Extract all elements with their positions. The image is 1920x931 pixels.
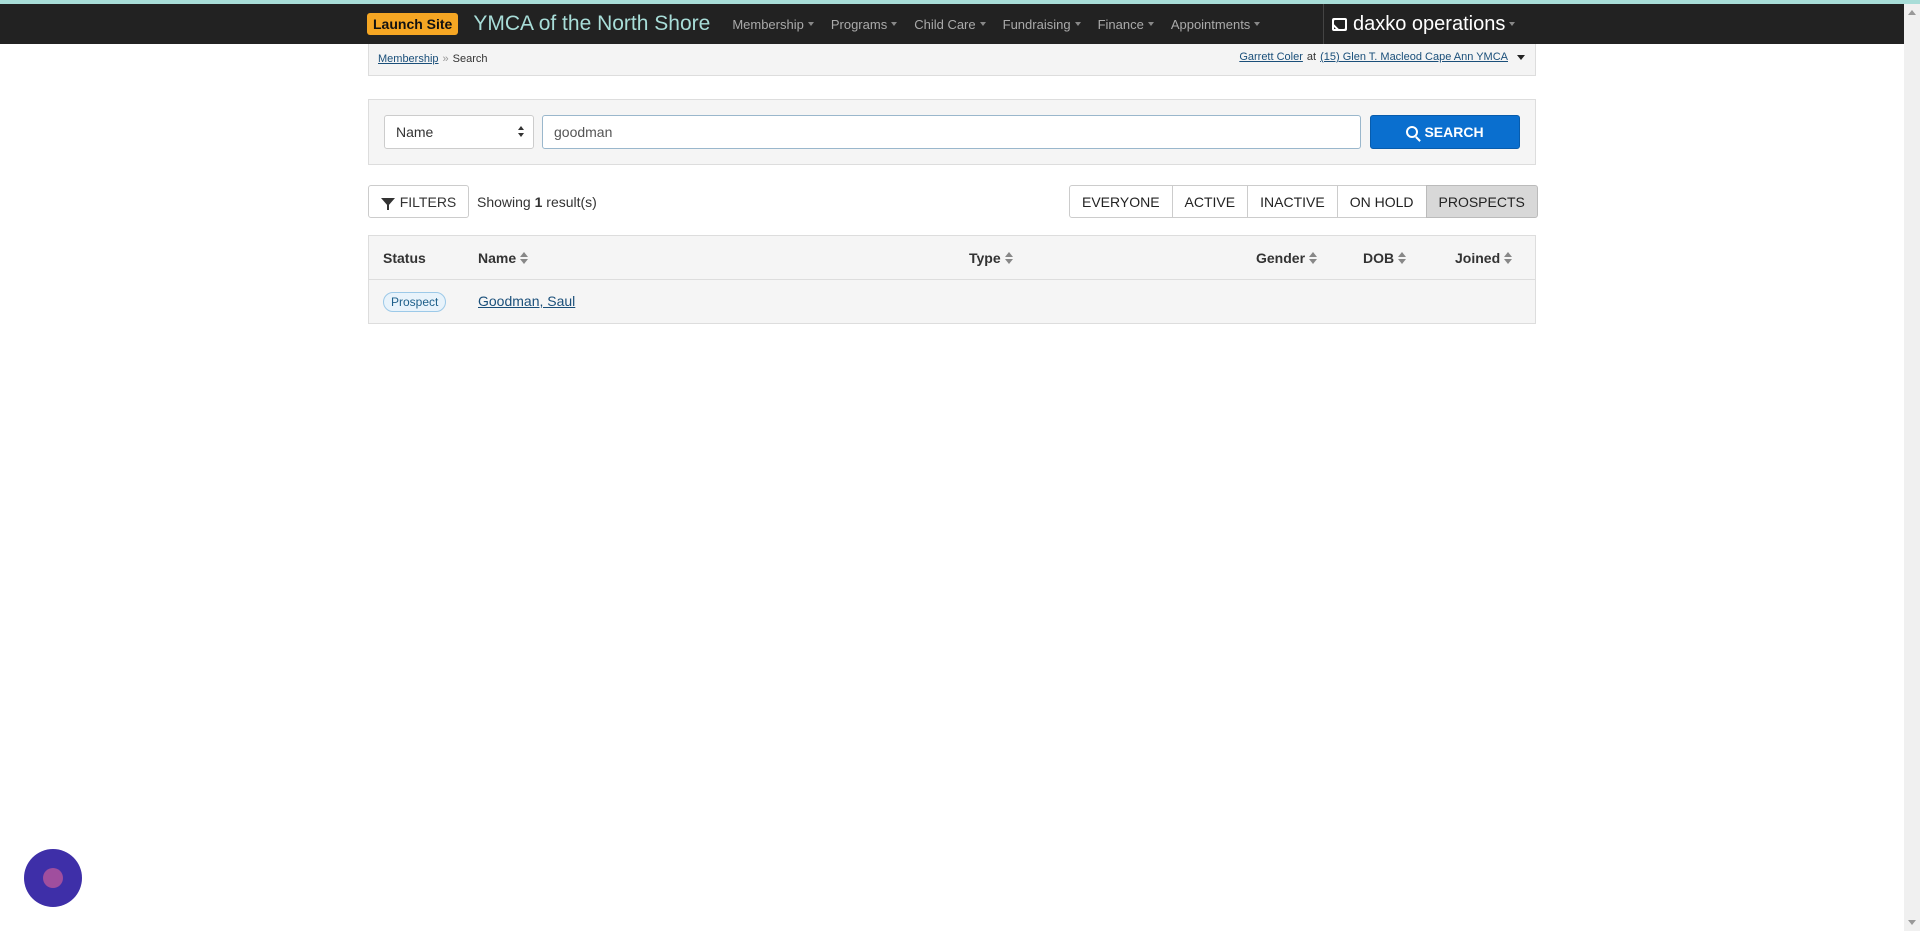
status-badge: Prospect [383, 292, 447, 312]
column-header-name[interactable]: Name [478, 250, 529, 266]
menu-membership[interactable]: Membership [732, 17, 814, 32]
column-label: Name [478, 250, 517, 266]
column-label: Status [383, 250, 426, 266]
scroll-up-icon[interactable] [1908, 10, 1916, 15]
breadcrumb: Membership» Search [378, 53, 488, 65]
search-panel: Name SEARCH [368, 99, 1536, 165]
column-label: Joined [1455, 250, 1501, 266]
chat-bubble-icon [43, 868, 63, 888]
filter-everyone-button[interactable]: EVERYONE [1069, 185, 1173, 218]
status-filter-group: EVERYONE ACTIVE INACTIVE ON HOLD PROSPEC… [1069, 185, 1538, 218]
filters-label: FILTERS [399, 193, 457, 210]
breadcrumb-separator: » [442, 53, 449, 65]
search-input[interactable] [542, 115, 1361, 149]
organization-name[interactable]: YMCA of the North Shore [473, 12, 710, 36]
table-row: Prospect Goodman, Saul [369, 280, 1535, 324]
column-header-status: Status [383, 250, 426, 266]
column-header-type[interactable]: Type [969, 250, 1013, 266]
breadcrumb-membership-link[interactable]: Membership [378, 53, 439, 65]
menu-child-care[interactable]: Child Care [914, 16, 986, 32]
location-dropdown-icon[interactable] [1517, 54, 1525, 60]
filter-icon [380, 197, 395, 210]
launch-site-button[interactable]: Launch Site [367, 13, 459, 35]
chevron-down-icon [979, 22, 986, 26]
breadcrumb-current: Search [452, 53, 488, 65]
brand-label: daxko operations [1353, 12, 1506, 35]
showing-prefix: Showing [477, 194, 531, 210]
search-button-label: SEARCH [1424, 124, 1484, 140]
column-header-joined[interactable]: Joined [1455, 250, 1513, 266]
menu-appointments[interactable]: Appointments [1171, 17, 1261, 32]
user-at-text: at [1306, 51, 1317, 63]
chevron-down-icon [1509, 22, 1516, 26]
menu-label: Membership [732, 16, 804, 32]
user-name-link[interactable]: Garrett Coler [1239, 51, 1303, 63]
chevron-down-icon [1254, 22, 1261, 26]
menu-label: Finance [1097, 16, 1144, 32]
column-label: Gender [1256, 250, 1306, 266]
search-button[interactable]: SEARCH [1370, 115, 1520, 149]
scroll-down-icon[interactable] [1908, 920, 1916, 925]
column-header-dob[interactable]: DOB [1363, 250, 1407, 266]
filter-prospects-button[interactable]: PROSPECTS [1425, 185, 1538, 218]
results-table: Status Name Type Gender DOB Joined Prosp… [368, 235, 1536, 324]
chat-widget-button[interactable] [24, 849, 82, 907]
menu-finance[interactable]: Finance [1098, 17, 1154, 32]
menu-programs[interactable]: Programs [830, 16, 898, 32]
sort-icon[interactable] [1398, 252, 1407, 264]
results-count: Showing 1 result(s) [477, 194, 597, 210]
column-header-gender[interactable]: Gender [1256, 250, 1318, 266]
chevron-down-icon [1147, 22, 1154, 26]
search-icon [1406, 126, 1419, 138]
menu-label: Fundraising [1002, 16, 1071, 32]
search-field-select[interactable]: Name [384, 115, 534, 149]
chevron-down-icon [1074, 22, 1081, 26]
sort-icon[interactable] [520, 252, 529, 264]
sort-icon[interactable] [1004, 252, 1013, 264]
table-header: Status Name Type Gender DOB Joined [369, 236, 1535, 280]
column-label: DOB [1363, 250, 1395, 266]
user-location-info: Garrett Coler at (15) Glen T. Macleod Ca… [1239, 51, 1525, 63]
column-label: Type [969, 250, 1001, 266]
page-scrollbar[interactable] [1904, 4, 1920, 931]
chevron-down-icon [807, 22, 814, 26]
menu-label: Programs [830, 16, 888, 32]
navbar-container: Launch Site YMCA of the North Shore Memb… [367, 4, 1535, 44]
chevron-down-icon [891, 22, 898, 26]
showing-suffix: result(s) [546, 194, 597, 210]
member-name-link[interactable]: Goodman, Saul [478, 293, 575, 309]
sort-icon[interactable] [1504, 252, 1513, 264]
menu-label: Appointments [1170, 16, 1251, 32]
envelope-icon [1332, 17, 1347, 31]
filters-button[interactable]: FILTERS [368, 185, 469, 218]
breadcrumb-bar: Membership» Search Garrett Coler at (15) … [368, 44, 1536, 76]
menu-label: Child Care [914, 16, 976, 32]
top-navbar: Launch Site YMCA of the North Shore Memb… [0, 4, 1904, 44]
daxko-brand-menu[interactable]: daxko operations [1323, 4, 1535, 44]
menu-fundraising[interactable]: Fundraising [1003, 17, 1081, 32]
location-link[interactable]: (15) Glen T. Macleod Cape Ann YMCA [1320, 51, 1508, 63]
filter-inactive-button[interactable]: INACTIVE [1247, 185, 1338, 218]
filter-active-button[interactable]: ACTIVE [1171, 185, 1249, 218]
filter-on-hold-button[interactable]: ON HOLD [1336, 185, 1427, 218]
main-menu: Membership Programs Child Care Fundraisi… [732, 17, 1277, 32]
select-arrows-icon [518, 126, 524, 140]
sort-icon[interactable] [1309, 252, 1318, 264]
search-field-value: Name [396, 124, 434, 140]
result-count-number: 1 [534, 194, 543, 210]
